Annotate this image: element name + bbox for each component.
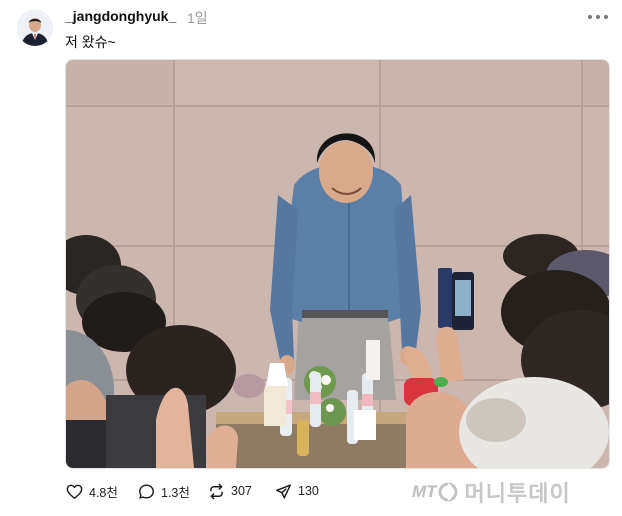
share-arrow-icon xyxy=(276,483,291,499)
comment-count: 1.3천 xyxy=(161,485,190,500)
heart-icon xyxy=(66,484,83,499)
thread-post: _jangdonghyuk_ 1일 저 왔슈~ 4.8천 1.3천 307 13… xyxy=(0,0,622,516)
more-options-icon[interactable] xyxy=(588,9,608,25)
post-caption: 저 왔슈~ xyxy=(65,34,116,50)
like-count: 4.8천 xyxy=(89,485,118,500)
avatar[interactable] xyxy=(17,10,53,46)
watermark-text: 머니투데이 xyxy=(464,481,571,506)
post-timestamp[interactable]: 1일 xyxy=(187,8,208,28)
repost-count: 307 xyxy=(231,484,252,498)
repost-icon xyxy=(210,483,223,499)
share-count: 130 xyxy=(298,484,319,498)
watermark-swirl-icon xyxy=(438,482,458,502)
watermark: MT 머니투데이 xyxy=(412,479,571,506)
comment-bubble-icon xyxy=(139,483,154,499)
share-button[interactable]: 130 xyxy=(274,480,319,502)
like-button[interactable]: 4.8천 xyxy=(65,480,118,502)
watermark-logo: MT xyxy=(412,482,437,501)
comment-button[interactable]: 1.3천 xyxy=(137,480,190,502)
username[interactable]: _jangdonghyuk_ xyxy=(65,8,176,24)
post-photo[interactable] xyxy=(65,59,610,469)
repost-button[interactable]: 307 xyxy=(207,480,252,502)
